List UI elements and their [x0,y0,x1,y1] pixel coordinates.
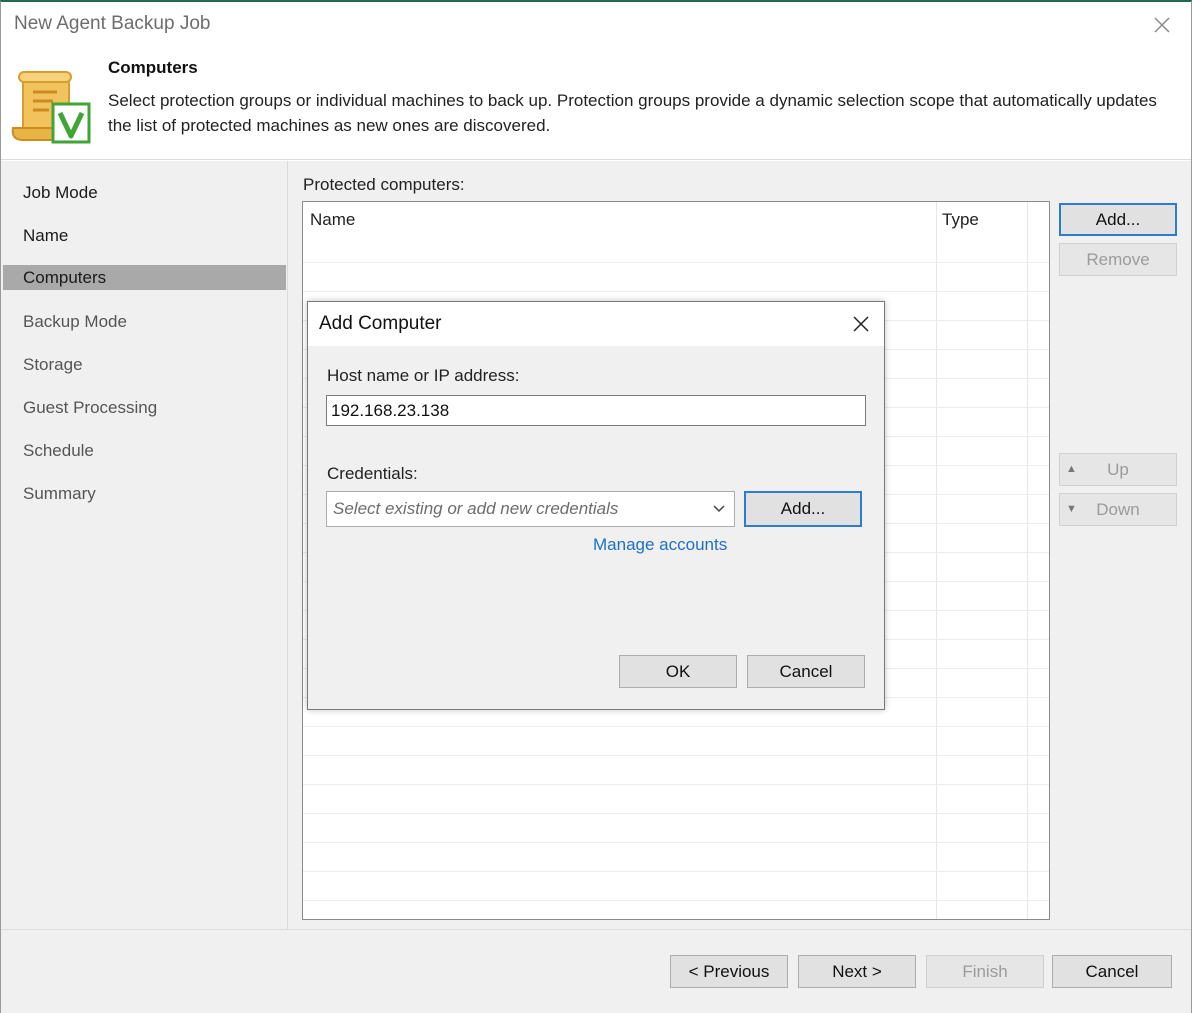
row-divider [303,262,1049,263]
credentials-label: Credentials: [327,464,418,483]
row-divider [303,900,1049,901]
add-computer-button[interactable]: Add... [1059,203,1177,236]
page-title: Computers [108,58,198,77]
manage-accounts-link[interactable]: Manage accounts [593,535,727,555]
protected-computers-label: Protected computers: [303,175,465,194]
down-button[interactable]: ▼ Down [1059,493,1177,526]
wizard-footer: < Previous Next > Finish Cancel [1,929,1191,1013]
step-header: Computers Select protection groups or in… [1,48,1191,160]
page-description: Select protection groups or individual m… [108,91,1157,135]
finish-button[interactable]: Finish [926,955,1044,988]
title-bar: New Agent Backup Job [1,2,1191,48]
add-computer-dialog: Add Computer Host name or IP address: Cr… [307,301,885,710]
row-divider [303,813,1049,814]
dialog-title-bar: Add Computer [308,302,884,346]
up-button-label: Up [1107,460,1129,479]
credentials-dropdown[interactable]: Select existing or add new credentials [326,491,735,527]
close-icon[interactable] [850,313,872,335]
row-divider [303,291,1049,292]
dialog-cancel-button[interactable]: Cancel [747,655,865,688]
chevron-down-icon [713,505,725,513]
sidebar-item-job-mode[interactable]: Job Mode [3,180,286,205]
ok-button[interactable]: OK [619,655,737,688]
credentials-placeholder: Select existing or add new credentials [333,499,619,518]
up-button[interactable]: ▲ Up [1059,453,1177,486]
host-input[interactable] [326,395,866,426]
cancel-button[interactable]: Cancel [1052,955,1172,988]
column-header-type[interactable]: Type [935,202,1027,262]
arrow-down-icon: ▼ [1066,503,1077,515]
sidebar-item-summary[interactable]: Summary [3,481,286,506]
window-title: New Agent Backup Job [14,13,211,34]
job-scroll-icon [11,71,91,144]
dialog-title: Add Computer [319,313,442,334]
close-icon[interactable] [1149,12,1175,38]
row-divider [303,726,1049,727]
sidebar-item-guest-processing[interactable]: Guest Processing [3,395,286,420]
column-header-name[interactable]: Name [303,202,935,262]
row-divider [303,871,1049,872]
arrow-up-icon: ▲ [1066,463,1077,475]
add-credentials-button[interactable]: Add... [744,491,862,527]
sidebar-item-computers[interactable]: Computers [3,265,286,290]
row-divider [303,784,1049,785]
sidebar-item-name[interactable]: Name [3,223,286,248]
sidebar-item-storage[interactable]: Storage [3,352,286,377]
down-button-label: Down [1096,500,1140,519]
sidebar-item-schedule[interactable]: Schedule [3,438,286,463]
host-label: Host name or IP address: [327,366,520,385]
wizard-steps-sidebar: Job Mode Name Computers Backup Mode Stor… [1,161,288,929]
previous-button[interactable]: < Previous [670,955,788,988]
row-divider [303,842,1049,843]
remove-button[interactable]: Remove [1059,243,1177,276]
next-button[interactable]: Next > [798,955,916,988]
sidebar-item-backup-mode[interactable]: Backup Mode [3,309,286,334]
row-divider [303,755,1049,756]
